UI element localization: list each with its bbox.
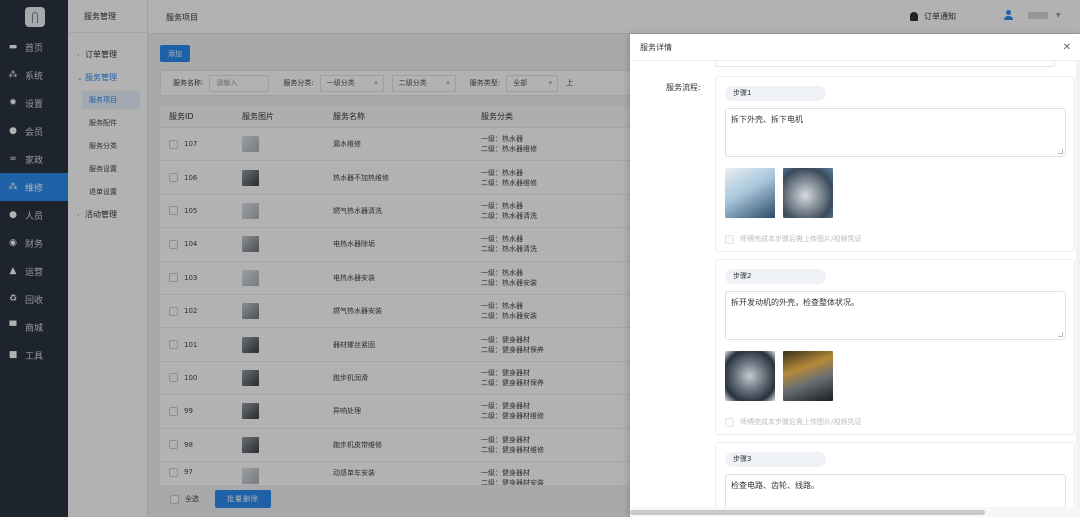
step-image[interactable] (725, 168, 775, 218)
step-tag: 步骤3 (725, 452, 826, 467)
step-card: 步骤1 拆下外壳、拆下电机 师傅完成本步骤后需上传图片/视频凭证 (715, 76, 1075, 252)
step-tag: 步骤2 (725, 269, 826, 284)
upload-proof-label: 师傅完成本步骤后需上传图片/视频凭证 (740, 418, 862, 426)
step-description-textarea[interactable]: 检查电路、齿轮、线路。 (725, 474, 1066, 507)
drawer-title: 服务详情 (640, 42, 672, 52)
step-tag: 步骤1 (725, 86, 826, 101)
service-flow-label: 服务流程: (666, 83, 701, 92)
previous-field-box (715, 61, 1055, 67)
step-image[interactable] (725, 351, 775, 401)
upload-proof-checkbox-row[interactable]: 师傅完成本步骤后需上传图片/视频凭证 (725, 234, 861, 244)
horizontal-scrollbar[interactable] (630, 507, 1080, 517)
vertical-scrollbar[interactable] (1076, 61, 1080, 507)
drawer-body: 服务流程: 步骤1 拆下外壳、拆下电机 师傅完成本步骤后需上传图片/视频凭证 步… (630, 61, 1080, 507)
upload-proof-checkbox[interactable] (725, 417, 734, 427)
close-icon[interactable]: ✕ (1063, 42, 1071, 53)
drawer-header: 服务详情 ✕ (630, 34, 1080, 61)
service-detail-drawer: 服务详情 ✕ 服务流程: 步骤1 拆下外壳、拆下电机 师傅完成本步骤后需上传图片… (630, 34, 1080, 517)
step-card: 步骤3 检查电路、齿轮、线路。 (715, 442, 1075, 507)
step-description-textarea[interactable]: 拆下外壳、拆下电机 (725, 108, 1066, 157)
step-image[interactable] (783, 168, 833, 218)
step-images (725, 168, 841, 218)
upload-proof-label: 师傅完成本步骤后需上传图片/视频凭证 (740, 235, 862, 243)
upload-proof-checkbox[interactable] (725, 234, 734, 244)
step-images (725, 351, 841, 401)
step-image[interactable] (783, 351, 833, 401)
step-description-textarea[interactable]: 拆开发动机的外壳，检查整体状况。 (725, 291, 1066, 340)
upload-proof-checkbox-row[interactable]: 师傅完成本步骤后需上传图片/视频凭证 (725, 417, 861, 427)
step-card: 步骤2 拆开发动机的外壳，检查整体状况。 师傅完成本步骤后需上传图片/视频凭证 (715, 259, 1075, 435)
